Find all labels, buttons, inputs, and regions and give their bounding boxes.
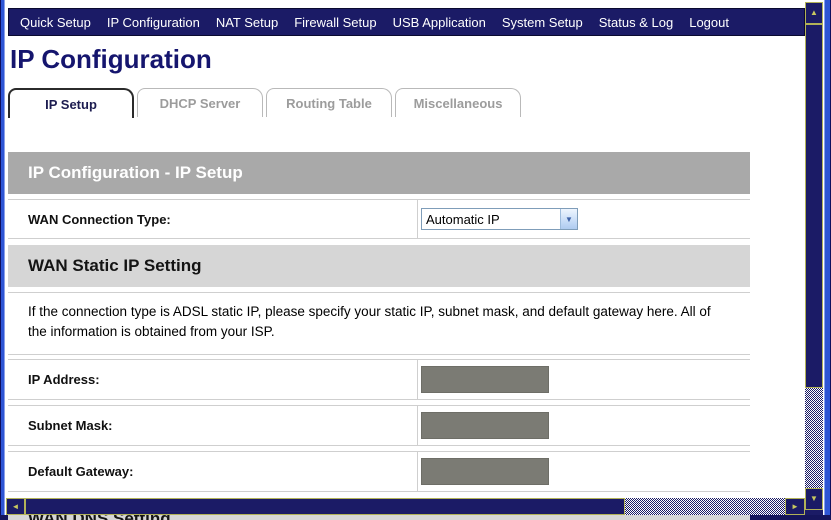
- subnet-mask-input[interactable]: [421, 412, 549, 440]
- main-content: IP Configuration - IP Setup WAN Connecti…: [8, 152, 750, 520]
- wan-connection-type-value-cell: Automatic IP ▼: [417, 200, 750, 238]
- ip-address-value-cell: [417, 360, 750, 400]
- horizontal-scroll-track[interactable]: [625, 498, 785, 515]
- ip-address-row: IP Address:: [8, 359, 750, 401]
- ip-address-input[interactable]: [421, 366, 549, 394]
- horizontal-scrollbar: ◄ ►: [6, 498, 805, 515]
- nav-item-logout[interactable]: Logout: [689, 15, 729, 30]
- nav-item-system-setup[interactable]: System Setup: [502, 15, 583, 30]
- window-right-border: [824, 0, 831, 520]
- default-gateway-value-cell: [417, 452, 750, 492]
- static-ip-description: If the connection type is ADSL static IP…: [8, 292, 750, 356]
- tab-dhcp-server[interactable]: DHCP Server: [137, 88, 263, 117]
- nav-item-quick-setup[interactable]: Quick Setup: [20, 15, 91, 30]
- ip-address-label: IP Address:: [28, 372, 100, 388]
- selected-option-label: Automatic IP: [426, 211, 500, 227]
- wan-connection-type-select[interactable]: Automatic IP ▼: [421, 208, 578, 230]
- tab-routing-table[interactable]: Routing Table: [266, 88, 392, 117]
- tab-ip-setup[interactable]: IP Setup: [8, 88, 134, 118]
- nav-item-ip-configuration[interactable]: IP Configuration: [107, 15, 200, 30]
- chevron-down-icon[interactable]: ▼: [560, 209, 577, 229]
- vertical-scroll-thumb[interactable]: [805, 24, 823, 388]
- page-title: IP Configuration: [10, 44, 212, 74]
- scroll-left-icon[interactable]: ◄: [6, 498, 25, 515]
- nav-item-nat-setup[interactable]: NAT Setup: [216, 15, 278, 30]
- top-nav-bar: Quick Setup IP Configuration NAT Setup F…: [8, 8, 805, 36]
- section-header-wan-static-ip: WAN Static IP Setting: [8, 245, 750, 287]
- section-header-ip-setup: IP Configuration - IP Setup: [8, 152, 750, 194]
- default-gateway-input[interactable]: [421, 458, 549, 486]
- subnet-mask-row: Subnet Mask:: [8, 405, 750, 447]
- nav-item-firewall-setup[interactable]: Firewall Setup: [294, 15, 376, 30]
- default-gateway-row: Default Gateway:: [8, 451, 750, 493]
- vertical-scrollbar: ▲ ▼: [805, 2, 823, 515]
- subnet-mask-value-cell: [417, 406, 750, 446]
- scroll-right-icon[interactable]: ►: [785, 498, 805, 515]
- nav-item-status-log[interactable]: Status & Log: [599, 15, 673, 30]
- scroll-up-icon[interactable]: ▲: [805, 2, 823, 24]
- tab-miscellaneous[interactable]: Miscellaneous: [395, 88, 521, 117]
- horizontal-scroll-thumb[interactable]: [25, 498, 625, 515]
- window-left-border: [0, 0, 5, 520]
- tab-bar: IP Setup DHCP Server Routing Table Misce…: [8, 88, 524, 118]
- vertical-scroll-track[interactable]: [805, 388, 823, 488]
- scroll-down-icon[interactable]: ▼: [805, 488, 823, 510]
- wan-connection-type-row: WAN Connection Type: Automatic IP ▼: [8, 199, 750, 239]
- vertical-scrollbar-filler: [805, 510, 823, 515]
- subnet-mask-label: Subnet Mask:: [28, 418, 113, 434]
- nav-item-usb-application[interactable]: USB Application: [393, 15, 486, 30]
- default-gateway-label: Default Gateway:: [28, 464, 134, 480]
- wan-connection-type-label: WAN Connection Type:: [28, 211, 171, 227]
- router-admin-window: Quick Setup IP Configuration NAT Setup F…: [0, 0, 831, 520]
